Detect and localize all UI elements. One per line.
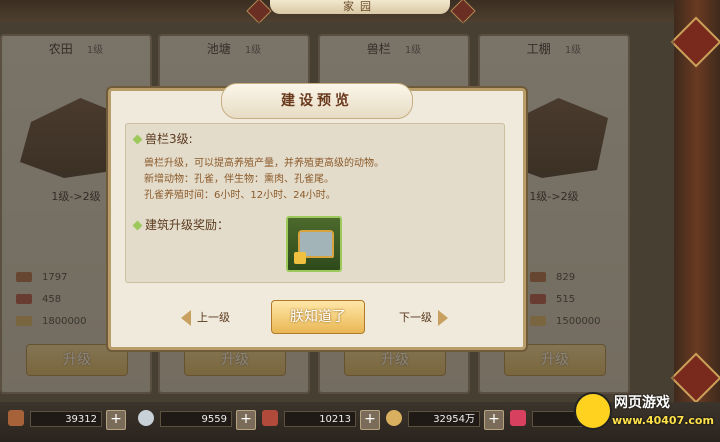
page-title: 家园 xyxy=(270,0,450,14)
top-bar: 家园 xyxy=(0,0,720,24)
ornament-icon xyxy=(246,0,272,24)
side-rail xyxy=(670,0,720,404)
prev-level-button[interactable]: 上一级 xyxy=(181,309,230,326)
ribbon-icon xyxy=(510,410,526,426)
bullet-icon xyxy=(132,220,143,231)
site-logo: 网页游戏 www.40407.com xyxy=(574,386,714,438)
add-stone-button[interactable]: + xyxy=(236,410,256,430)
menu-ornament-icon[interactable] xyxy=(670,16,720,68)
wood-icon xyxy=(8,410,24,426)
build-preview-dialog: 建设预览 兽栏3级: 兽栏升级，可以提高养殖产量，并养殖更高级的动物。 新增动物… xyxy=(108,83,526,350)
add-coin-button[interactable]: + xyxy=(484,410,504,430)
add-wood-button[interactable]: + xyxy=(106,410,126,430)
arrow-right-icon xyxy=(438,310,448,326)
reward-item[interactable] xyxy=(286,216,342,272)
add-meat-button[interactable]: + xyxy=(360,410,380,430)
ornament-icon xyxy=(450,0,476,24)
stone-icon xyxy=(138,410,154,426)
arrow-left-icon xyxy=(181,310,191,326)
logo-face-icon xyxy=(574,392,612,430)
description-line: 兽栏升级，可以提高养殖产量，并养殖更高级的动物。 xyxy=(144,158,384,169)
description-line: 孔雀养殖时间：6小时、12小时、24小时。 xyxy=(144,190,336,201)
coin-icon xyxy=(386,410,402,426)
description-line: 新增动物：孔雀，伴生物：熏肉、孔雀尾。 xyxy=(144,174,334,185)
next-level-button[interactable]: 下一级 xyxy=(399,309,448,326)
lock-icon xyxy=(294,252,306,264)
section-heading: 兽栏3级: xyxy=(132,130,193,147)
bullet-icon xyxy=(132,134,143,145)
reward-heading: 建筑升级奖励： xyxy=(132,216,229,233)
dialog-title: 建设预览 xyxy=(221,83,413,119)
dialog-content: 兽栏3级: 兽栏升级，可以提高养殖产量，并养殖更高级的动物。 新增动物：孔雀，伴… xyxy=(125,123,505,283)
confirm-button[interactable]: 朕知道了 xyxy=(271,300,365,334)
meat-icon xyxy=(262,410,278,426)
